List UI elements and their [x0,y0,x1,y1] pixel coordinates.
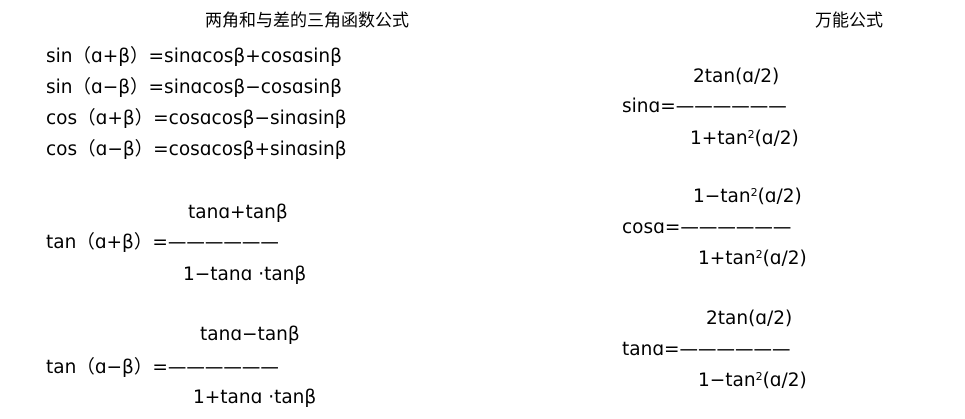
universal-sin-denominator-argument: (ɑ/2) [754,128,799,149]
universal-cos-denominator-argument: (ɑ/2) [762,248,807,269]
universal-sin-denominator-base: 1+tan [690,128,748,149]
tan-difference-lhs: tan（ɑ−β）=—————— [46,357,279,378]
universal-sin-denominator-exponent: 2 [747,128,755,141]
universal-cos-denominator: 1+tan2(ɑ/2) [698,248,807,270]
tan-sum-numerator: tanɑ+tanβ [188,202,288,223]
universal-cos-numerator-base: 1−tan [693,186,751,207]
universal-tan-lhs: tanɑ=—————— [622,339,791,360]
universal-tan-denominator-base: 1−tan [698,370,756,391]
universal-cos-lhs: cosɑ=—————— [622,217,792,238]
tan-difference-numerator: tanɑ−tanβ [200,324,300,345]
universal-sin-numerator: 2tan(ɑ/2) [693,66,780,87]
universal-tan-denominator-exponent: 2 [755,370,763,383]
universal-sin-denominator: 1+tan2(ɑ/2) [690,128,799,150]
tan-difference-denominator: 1+tanɑ ·tanβ [193,387,317,408]
universal-cos-numerator-exponent: 2 [750,186,758,199]
universal-cos-numerator-argument: (ɑ/2) [757,186,802,207]
universal-formulas-heading: 万能公式 [815,11,883,31]
tan-sum-denominator: 1−tanɑ ·tanβ [183,264,307,285]
universal-cos-denominator-base: 1+tan [698,248,756,269]
sin-difference-formula: sin（ɑ−β）=sinɑcosβ−cosɑsinβ [46,77,342,98]
cos-sum-formula: cos（ɑ+β）=cosɑcosβ−sinɑsinβ [46,108,347,129]
tan-sum-lhs: tan（ɑ+β）=—————— [46,232,279,253]
sum-difference-heading: 两角和与差的三角函数公式 [205,11,409,31]
universal-cos-numerator: 1−tan2(ɑ/2) [693,186,802,208]
universal-cos-denominator-exponent: 2 [755,248,763,261]
universal-tan-denominator-argument: (ɑ/2) [762,370,807,391]
cos-difference-formula: cos（ɑ−β）=cosɑcosβ+sinɑsinβ [46,139,347,160]
sin-sum-formula: sin（ɑ+β）=sinɑcosβ+cosɑsinβ [46,46,342,67]
universal-tan-numerator: 2tan(ɑ/2) [706,308,793,329]
universal-tan-denominator: 1−tan2(ɑ/2) [698,370,807,392]
universal-sin-lhs: sinɑ=—————— [622,96,787,117]
